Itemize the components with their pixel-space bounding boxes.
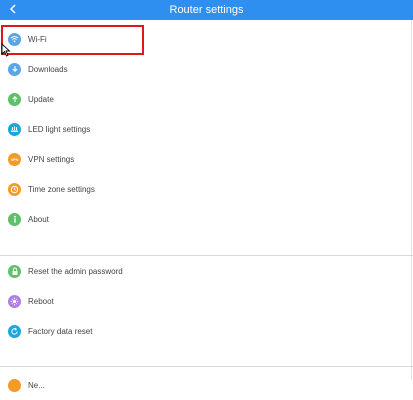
clock-icon — [8, 182, 21, 196]
network-icon — [8, 378, 21, 392]
settings-item-label: Factory data reset — [28, 326, 93, 336]
led-light-icon — [8, 122, 21, 136]
settings-item-label: Downloads — [28, 64, 68, 74]
settings-item-downloads[interactable]: Downloads — [0, 54, 413, 84]
factory-reset-icon — [8, 324, 21, 338]
settings-item-label: Time zone settings — [28, 184, 95, 194]
settings-item-about[interactable]: About — [0, 204, 413, 234]
settings-item-time-zone[interactable]: Time zone settings — [0, 174, 413, 204]
settings-item-label: Reboot — [28, 296, 54, 306]
section-divider — [0, 366, 413, 367]
settings-item-factory-reset[interactable]: Factory data reset — [0, 316, 413, 346]
settings-item-label: Reset the admin password — [28, 266, 123, 276]
settings-item-label: LED light settings — [28, 124, 91, 134]
mouse-cursor-icon — [1, 42, 11, 62]
settings-item-label: Ne... — [28, 380, 45, 390]
settings-item-led-light[interactable]: LED light settings — [0, 114, 413, 144]
vpn-icon-text: VPN — [10, 156, 19, 162]
settings-item-update[interactable]: Update — [0, 84, 413, 114]
highlight-box — [1, 25, 144, 55]
settings-item-label: About — [28, 214, 49, 224]
settings-item-reboot[interactable]: Reboot — [0, 286, 413, 316]
settings-item-vpn[interactable]: VPN VPN settings — [0, 144, 413, 174]
update-icon — [8, 92, 21, 106]
settings-item-label: Update — [28, 94, 54, 104]
settings-item-network[interactable]: Ne... — [0, 370, 413, 400]
page-title: Router settings — [169, 4, 244, 16]
top-app-bar: Router settings — [0, 0, 413, 20]
settings-item-reset-admin-password[interactable]: Reset the admin password — [0, 256, 413, 286]
settings-item-label: VPN settings — [28, 154, 75, 164]
reboot-icon — [8, 294, 21, 308]
info-icon — [8, 212, 21, 226]
lock-icon — [8, 264, 21, 278]
vpn-icon: VPN — [8, 152, 21, 166]
download-icon — [8, 62, 21, 76]
